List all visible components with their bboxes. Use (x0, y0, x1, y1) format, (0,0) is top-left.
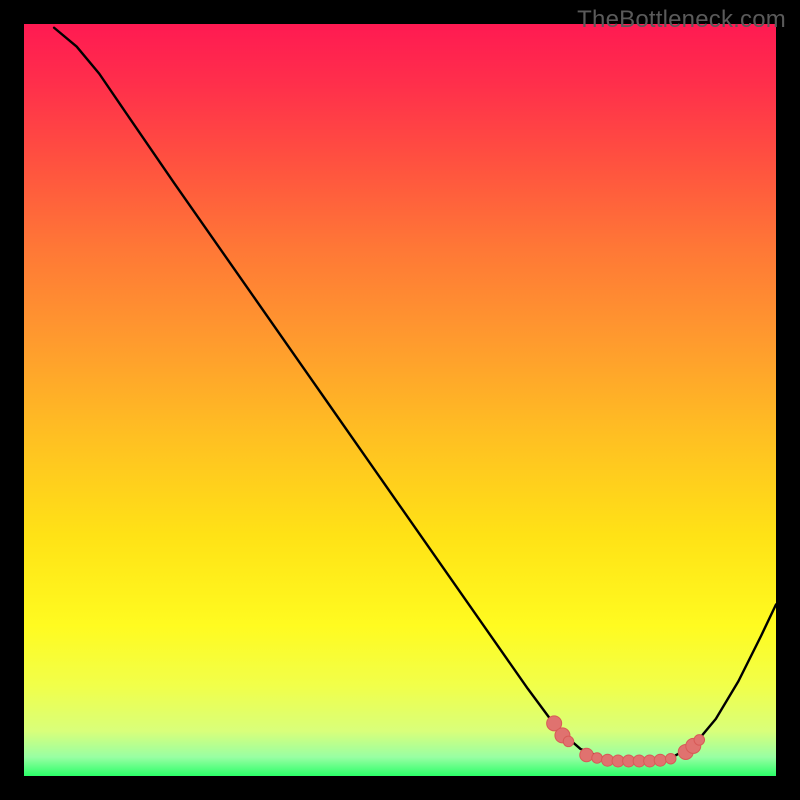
watermark-text: TheBottleneck.com (577, 6, 786, 34)
data-dot (592, 753, 603, 764)
data-dot (563, 736, 574, 747)
data-dot (654, 754, 666, 766)
data-dot (580, 748, 594, 762)
bottleneck-curve-chart (0, 0, 800, 800)
data-dot (665, 753, 676, 764)
data-dot (694, 735, 705, 746)
chart-container: TheBottleneck.com (0, 0, 800, 800)
gradient-background (24, 24, 776, 776)
